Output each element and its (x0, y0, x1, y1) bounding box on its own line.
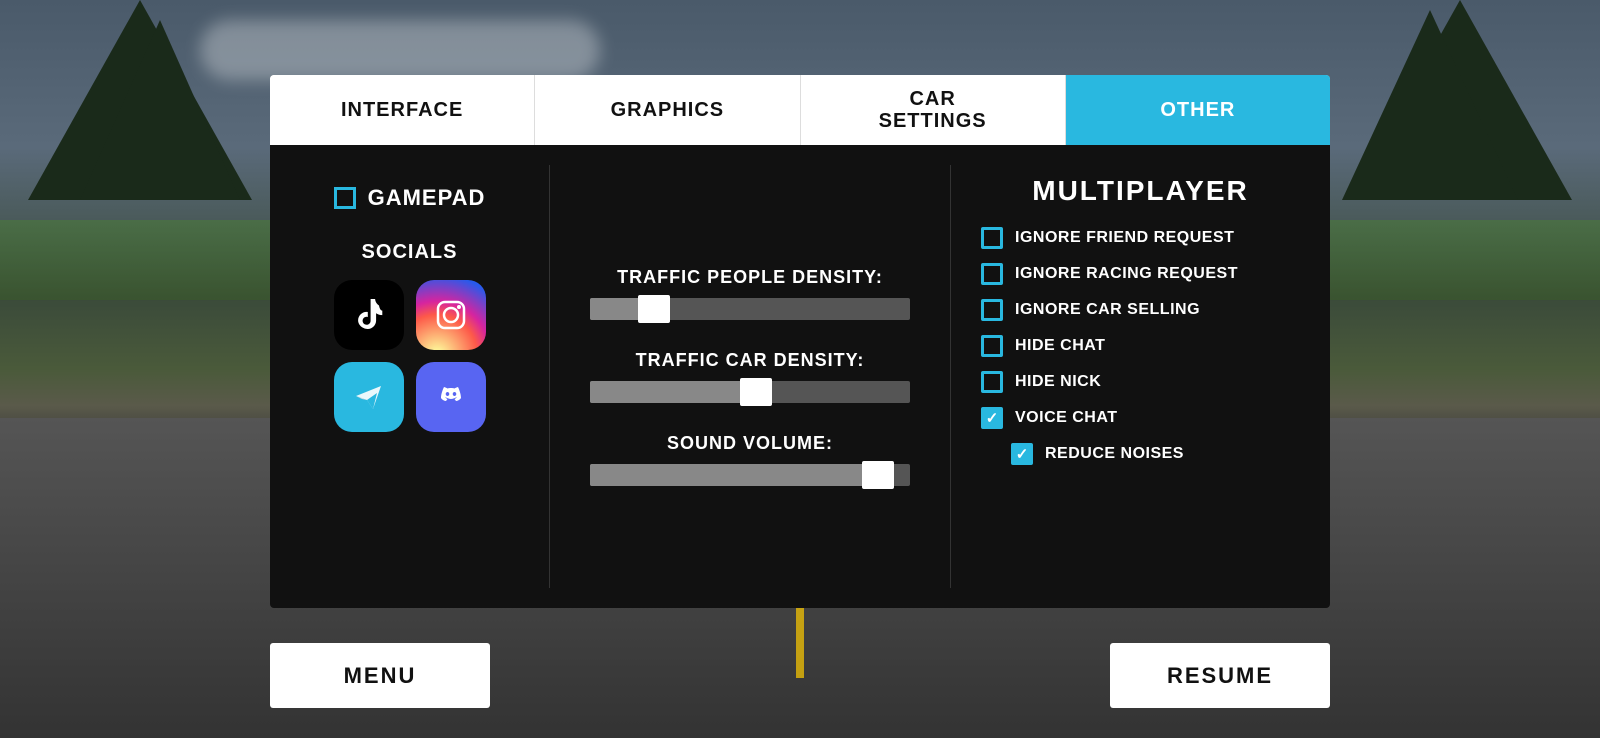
mp-label-5: VOICE CHAT (1015, 409, 1117, 427)
tab-graphics[interactable]: GRAPHICS (535, 75, 800, 145)
mp-checkbox-0[interactable] (981, 227, 1003, 249)
discord-icon[interactable] (416, 362, 486, 432)
instagram-icon[interactable] (416, 280, 486, 350)
socials-label: SOCIALS (362, 241, 458, 264)
col-right: MULTIPLAYER IGNORE FRIEND REQUESTIGNORE … (950, 165, 1330, 588)
traffic-people-label: TRAFFIC PEOPLE DENSITY: (590, 267, 910, 288)
multiplayer-title: MULTIPLAYER (981, 175, 1300, 207)
mp-label-3: HIDE CHAT (1015, 337, 1105, 355)
mp-option-3: HIDE CHAT (981, 335, 1300, 357)
mp-option-1: IGNORE RACING REQUEST (981, 263, 1300, 285)
mp-checkbox-3[interactable] (981, 335, 1003, 357)
mp-checkbox-2[interactable] (981, 299, 1003, 321)
slider-sound-volume: SOUND VOLUME: (590, 433, 910, 486)
tiktok-icon[interactable] (334, 280, 404, 350)
mp-checkbox-6[interactable]: ✓ (1011, 443, 1033, 465)
mp-option-6: ✓ REDUCE NOISES (1011, 443, 1300, 465)
tabs-bar: INTERFACE GRAPHICS CARSETTINGS OTHER (270, 75, 1330, 145)
col-mid: TRAFFIC PEOPLE DENSITY: TRAFFIC CAR DENS… (550, 165, 950, 588)
col-left: GAMEPAD SOCIALS (270, 165, 550, 588)
mp-options-container: IGNORE FRIEND REQUEST IGNORE RACING REQUE… (981, 227, 1300, 479)
traffic-people-track[interactable] (590, 298, 910, 320)
mp-label-4: HIDE NICK (1015, 373, 1101, 391)
traffic-car-thumb[interactable] (740, 378, 772, 406)
gamepad-label: GAMEPAD (368, 185, 486, 211)
sound-volume-track[interactable] (590, 464, 910, 486)
traffic-people-thumb[interactable] (638, 295, 670, 323)
slider-traffic-people: TRAFFIC PEOPLE DENSITY: (590, 267, 910, 320)
gamepad-row: GAMEPAD (334, 185, 486, 211)
sound-volume-label: SOUND VOLUME: (590, 433, 910, 454)
traffic-car-fill (590, 381, 756, 403)
gamepad-checkbox[interactable] (334, 187, 356, 209)
tab-other[interactable]: OTHER (1066, 75, 1330, 145)
mp-label-0: IGNORE FRIEND REQUEST (1015, 229, 1234, 247)
bottom-bar: MENU RESUME (270, 643, 1330, 708)
mp-option-4: HIDE NICK (981, 371, 1300, 393)
mp-label-2: IGNORE CAR SELLING (1015, 301, 1200, 319)
mp-option-5: ✓ VOICE CHAT (981, 407, 1300, 429)
mp-label-6: REDUCE NOISES (1045, 445, 1184, 463)
menu-button[interactable]: MENU (270, 643, 490, 708)
resume-button[interactable]: RESUME (1110, 643, 1330, 708)
slider-traffic-car: TRAFFIC CAR DENSITY: (590, 350, 910, 403)
settings-panel: INTERFACE GRAPHICS CARSETTINGS OTHER GAM… (270, 75, 1330, 608)
traffic-car-track[interactable] (590, 381, 910, 403)
sound-volume-fill (590, 464, 878, 486)
sound-volume-thumb[interactable] (862, 461, 894, 489)
mp-option-2: IGNORE CAR SELLING (981, 299, 1300, 321)
content-area: GAMEPAD SOCIALS (270, 145, 1330, 608)
mp-checkbox-1[interactable] (981, 263, 1003, 285)
mp-label-1: IGNORE RACING REQUEST (1015, 265, 1238, 283)
social-grid (334, 280, 486, 432)
telegram-icon[interactable] (334, 362, 404, 432)
tab-interface[interactable]: INTERFACE (270, 75, 535, 145)
traffic-car-label: TRAFFIC CAR DENSITY: (590, 350, 910, 371)
mp-checkbox-5[interactable]: ✓ (981, 407, 1003, 429)
sky-clouds (200, 20, 600, 80)
tab-car-settings[interactable]: CARSETTINGS (801, 75, 1066, 145)
mp-checkbox-4[interactable] (981, 371, 1003, 393)
mp-option-0: IGNORE FRIEND REQUEST (981, 227, 1300, 249)
